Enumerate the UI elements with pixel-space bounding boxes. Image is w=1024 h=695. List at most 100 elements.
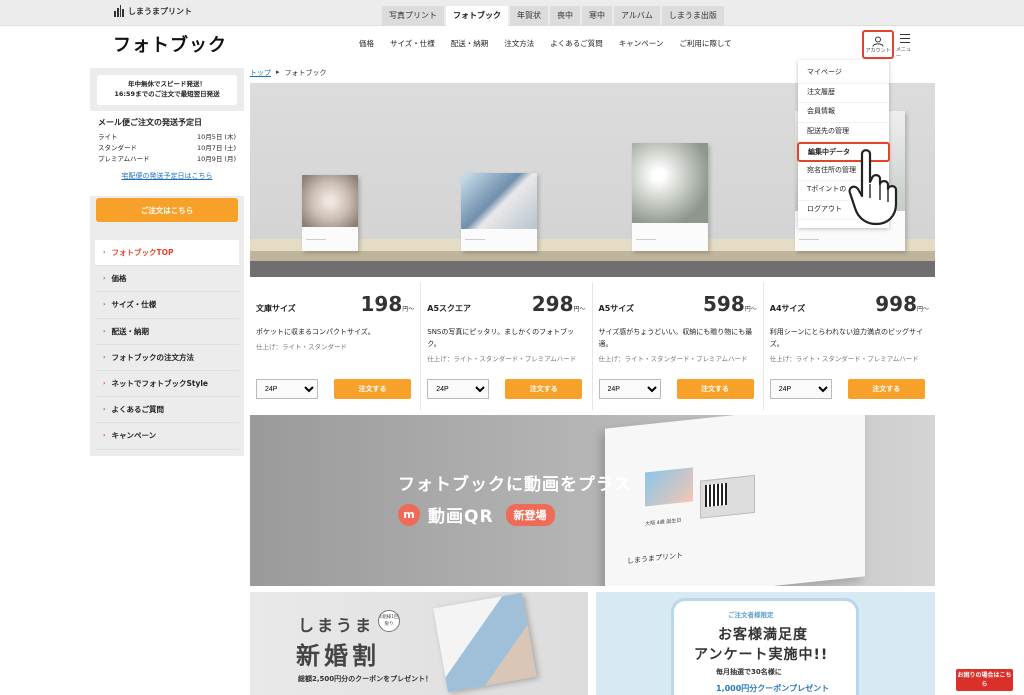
product-actions: 24P 注文する [769, 379, 925, 399]
product-actions: 24P 注文する [598, 379, 754, 399]
price-unit: 円〜 [916, 306, 929, 313]
survey-line1: お客様満足度 [718, 627, 808, 643]
page-count-select[interactable]: 24P [598, 379, 661, 399]
order-button[interactable]: 注文する [334, 379, 411, 399]
dropdown-item-order-history[interactable]: 注文履歴 [798, 84, 889, 103]
sidebar-item-shipping[interactable]: › 配送・納期 [95, 319, 239, 345]
order-button[interactable]: 注文する [847, 379, 925, 399]
shelf-edge [250, 251, 935, 261]
book-caption [465, 239, 485, 245]
banner-title: フォトブックに動画をプラス [398, 475, 632, 495]
notice-line-1: 年中無休でスピード発送！ [128, 80, 206, 88]
qr-code-icon [705, 482, 727, 508]
shelf-shadow [250, 261, 935, 277]
page-caption: 大翔 4歳 誕生日 [645, 517, 682, 528]
site-tab-mochu[interactable]: 喪中 [550, 6, 580, 26]
sidebar-item-faq[interactable]: › よくあるご質問 [95, 397, 239, 424]
courier-schedule-link[interactable]: 宅配便の発送予定日はこちら [98, 171, 236, 181]
brand-logo[interactable]: しまうまプリント [114, 5, 192, 17]
banner-left-line2: 新婚割 [296, 642, 380, 670]
browser-page: しまうまプリント 写真プリント フォトブック 年賀状 喪中 寒中 アルバム しま… [0, 0, 1024, 695]
sidebar-item-label: フォトブックの注文方法 [111, 352, 194, 362]
product-desc: SNSの写真にピッタリ。ましかくのフォトブック。 [427, 328, 575, 348]
price-value: 298 [531, 292, 574, 316]
gnav-price[interactable]: 価格 [359, 38, 374, 49]
new-badge: 新登場 [505, 503, 555, 526]
gnav-terms[interactable]: ご利用に際して [679, 38, 731, 49]
product-head: A5サイズ 598円〜 [599, 292, 757, 316]
schedule-row: ライト 10月5日 (木) [98, 132, 236, 143]
page-count-select[interactable]: 24P [427, 379, 490, 399]
page-count-select[interactable]: 24P [256, 379, 318, 399]
newlywed-banner[interactable]: しまうま 1組様1回限り 新婚割 総額2,500円分のクーポンをプレゼント！ [250, 592, 588, 695]
site-tab-photo-print[interactable]: 写真プリント [382, 6, 444, 26]
site-tab-kanchu[interactable]: 寒中 [582, 6, 612, 26]
sidebar-item-campaign[interactable]: › キャンペーン [95, 423, 239, 450]
product-head: 文庫サイズ 198円〜 [256, 292, 414, 316]
chevron-right-icon: › [103, 301, 106, 309]
site-tab-album[interactable]: アルバム [614, 6, 660, 26]
page-header: フォトブック 価格 サイズ・仕様 配送・納期 注文方法 よくあるご質問 キャンペ… [0, 26, 1024, 64]
ship-schedule: メール便ご注文の発送予定日 ライト 10月5日 (木) スタンダード 10月7日 (… [90, 111, 244, 196]
survey-banner[interactable]: ご注文者様限定 お客様満足度 アンケート実施中!! 毎月抽選で30名様に 1,0… [596, 592, 935, 695]
page-title[interactable]: フォトブック [113, 31, 227, 57]
product-desc: 利用シーンにとらわれない迫力満点のビッグサイズ。 [769, 328, 924, 348]
product-card: A5サイズ 598円〜 サイズ感がちょうどいい。収納にも贈り物にも最適。 仕上げ… [593, 282, 764, 410]
schedule-plan: プレミアムハード [98, 155, 150, 163]
price-value: 198 [360, 292, 403, 316]
banner-subtitle: m 動画QR 新登場 [398, 502, 555, 527]
product-card: A5スクエア 298円〜 SNSの写真にピッタリ。ましかくのフォトブック。 仕上… [421, 282, 593, 410]
order-button[interactable]: 注文する [676, 379, 754, 399]
sidebar-item-label: フォトブックTOP [111, 248, 174, 258]
product-card: A4サイズ 998円〜 利用シーンにとらわれない迫力満点のビッグサイズ。 仕上げ… [764, 282, 935, 410]
gnav-shipping[interactable]: 配送・納期 [451, 38, 489, 49]
sidebar-item-order-method[interactable]: › フォトブックの注文方法 [95, 345, 239, 371]
banner-photo [645, 467, 693, 507]
product-price: 298円〜 [532, 292, 586, 316]
chevron-right-icon: › [103, 432, 106, 440]
book-photo [461, 173, 537, 229]
sidebar-item-label: 配送・納期 [111, 326, 149, 336]
gnav-faq[interactable]: よくあるご質問 [550, 38, 603, 49]
sidebar-item-size-spec[interactable]: › サイズ・仕様 [95, 292, 239, 319]
breadcrumb-home[interactable]: トップ [250, 68, 271, 78]
page-count-select[interactable]: 24P [769, 379, 832, 399]
menu-button[interactable]: メニュー [896, 32, 914, 60]
breadcrumb-separator: ▸ [276, 68, 280, 76]
account-button[interactable]: アカウント [862, 30, 894, 59]
sidebar-order-button[interactable]: ご注文はこちら [96, 198, 238, 222]
photobook-a5 [632, 143, 708, 251]
sidebar-item-style[interactable]: › ネットでフォトブックStyle [95, 371, 239, 398]
order-button[interactable]: 注文する [505, 379, 583, 399]
dropdown-item-shipping-address[interactable]: 配送先の管理 [798, 123, 889, 142]
dropdown-item-mypage[interactable]: マイページ [798, 64, 889, 84]
sidebar-item-label: キャンペーン [111, 431, 157, 441]
price-value: 998 [875, 292, 917, 316]
product-finish: 仕上げ：ライト・スタンダード・プレミアムハード [769, 355, 919, 363]
video-qr-banner[interactable]: 大翔 4歳 誕生日 しまうまプリント フォトブックに動画をプラス m 動画QR … [250, 415, 935, 586]
site-tab-publishing[interactable]: しまうま出版 [661, 6, 724, 26]
sidebar-item-price[interactable]: › 価格 [95, 266, 239, 293]
site-tab-nengajo[interactable]: 年賀状 [510, 6, 548, 26]
gnav-campaign[interactable]: キャンペーン [619, 38, 664, 49]
book-caption [306, 239, 326, 245]
product-name: A5スクエア [427, 304, 472, 313]
price-unit: 円〜 [744, 306, 757, 313]
user-icon [872, 36, 884, 47]
sidebar-nav: › フォトブックTOP › 価格 › サイズ・仕様 › 配送・納期 › フォトブックの注文… [95, 240, 239, 450]
gnav-size-spec[interactable]: サイズ・仕様 [390, 38, 435, 49]
site-tab-photobook[interactable]: フォトブック [446, 6, 508, 26]
chevron-right-icon: › [103, 327, 106, 335]
survey-line3: 毎月抽選で30名様に [716, 668, 782, 676]
sidebar-item-photobook-top[interactable]: › フォトブックTOP [95, 240, 239, 267]
global-nav: 価格 サイズ・仕様 配送・納期 注文方法 よくあるご質問 キャンペーン ご利用に… [359, 38, 732, 49]
book-caption [636, 239, 656, 245]
page-logo: しまうまプリント [627, 551, 683, 566]
dropdown-item-member-info[interactable]: 会員情報 [798, 103, 889, 123]
help-button[interactable]: お困りの場合はこちら [956, 669, 1013, 691]
product-desc: ポケットに収まるコンパクトサイズ。 [256, 328, 375, 336]
gnav-order-method[interactable]: 注文方法 [504, 38, 534, 49]
chevron-right-icon: › [103, 249, 106, 257]
schedule-row: スタンダード 10月7日 (土) [98, 143, 236, 154]
schedule-title: メール便ご注文の発送予定日 [98, 118, 202, 127]
